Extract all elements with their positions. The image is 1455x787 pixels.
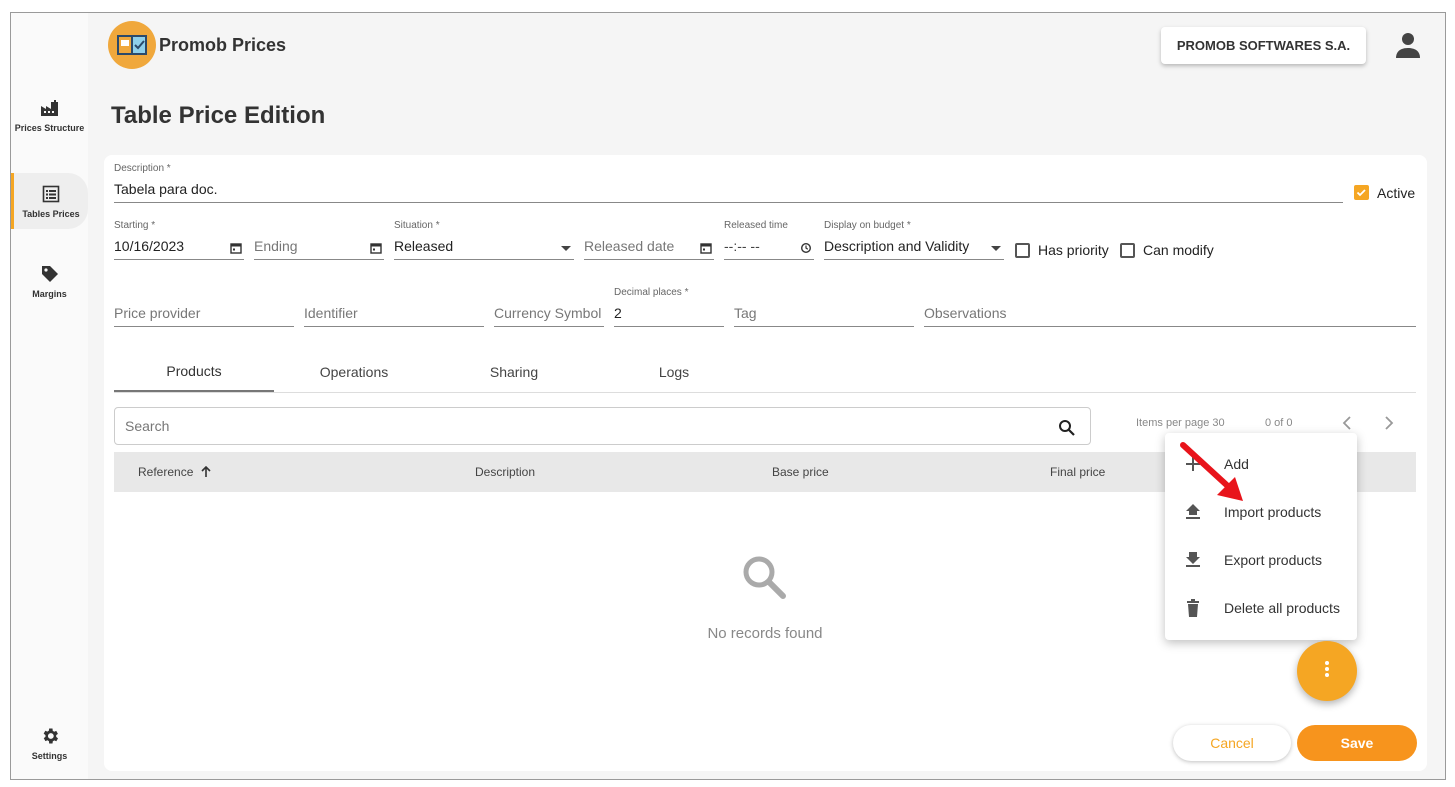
search-placeholder: Search [125, 418, 170, 434]
column-base-price[interactable]: Base price [772, 465, 829, 479]
empty-search-icon [740, 553, 790, 603]
search-icon[interactable] [1058, 419, 1076, 437]
tab-operations[interactable]: Operations [274, 352, 434, 392]
identifier-input[interactable]: Identifier [304, 301, 484, 327]
menu-item-label: Export products [1224, 552, 1323, 568]
description-label: Description * [114, 163, 171, 174]
description-field[interactable]: Description * Tabela para doc. [114, 163, 1343, 203]
starting-label: Starting * [114, 220, 156, 231]
more-vertical-icon [1324, 660, 1330, 683]
page-title: Table Price Edition [111, 102, 326, 129]
starting-input[interactable]: 10/16/2023 [114, 234, 244, 260]
starting-field[interactable]: Starting * 10/16/2023 [114, 220, 244, 260]
menu-item-export-products[interactable]: Export products [1165, 536, 1357, 584]
tab-products[interactable]: Products [114, 352, 274, 392]
sidebar-item-settings[interactable]: Settings [11, 725, 88, 769]
released-time-field[interactable]: Released time --:-- -- [724, 220, 814, 260]
items-per-page[interactable]: Items per page 30 [1136, 417, 1225, 429]
display-on-budget-value[interactable]: Description and Validity [824, 234, 1004, 260]
list-icon [40, 183, 62, 205]
chevron-down-icon [990, 241, 1002, 253]
price-provider-field[interactable]: Price provider [114, 287, 294, 327]
released-time-label: Released time [724, 220, 788, 231]
has-priority-label: Has priority [1038, 242, 1109, 258]
can-modify-checkbox[interactable] [1120, 243, 1135, 258]
tag-field[interactable]: Tag [734, 287, 914, 327]
sidebar-item-label: Prices Structure [14, 123, 85, 133]
clock-icon[interactable] [800, 241, 812, 254]
decimal-places-field[interactable]: Decimal places * 2 [614, 287, 724, 327]
released-date-input[interactable]: Released date [584, 234, 714, 260]
tag-input[interactable]: Tag [734, 301, 914, 327]
empty-state-text: No records found [707, 625, 823, 642]
sidebar-item-margins[interactable]: Margins [11, 263, 88, 309]
tag-icon [39, 263, 61, 285]
column-reference[interactable]: Reference [138, 465, 211, 479]
decimal-places-input[interactable]: 2 [614, 301, 724, 327]
sidebar-item-label: Margins [32, 289, 67, 299]
price-provider-input[interactable]: Price provider [114, 301, 294, 327]
active-label: Active [1377, 185, 1416, 201]
released-date-field[interactable]: Released date [584, 220, 714, 260]
page-range: 0 of 0 [1265, 417, 1293, 429]
calendar-icon[interactable] [230, 241, 242, 254]
cancel-button[interactable]: Cancel [1173, 725, 1291, 761]
has-priority-checkbox[interactable] [1015, 243, 1030, 258]
arrow-up-icon [201, 465, 211, 477]
chevron-right-icon[interactable] [1380, 415, 1396, 431]
download-icon [1183, 550, 1203, 570]
app-window: Prices Structure Tables Prices Margins S… [10, 12, 1446, 780]
observations-field[interactable]: Observations [924, 287, 1416, 327]
save-button[interactable]: Save [1297, 725, 1417, 761]
currency-symbol-input[interactable]: Currency Symbol [494, 301, 604, 327]
search-input[interactable]: Search [114, 407, 1091, 445]
situation-value[interactable]: Released [394, 234, 574, 260]
sidebar-item-label: Tables Prices [22, 209, 80, 219]
ending-field[interactable]: Ending [254, 220, 384, 260]
tab-sharing[interactable]: Sharing [434, 352, 594, 392]
app-title: Promob Prices [159, 35, 287, 55]
decimal-places-label: Decimal places * [614, 287, 689, 298]
sidebar-item-label: Settings [31, 751, 68, 761]
user-account-icon[interactable] [1395, 31, 1421, 59]
gear-icon [39, 725, 61, 747]
description-input[interactable]: Tabela para doc. [114, 177, 1343, 203]
chevron-down-icon [560, 241, 572, 253]
menu-item-label: Delete all products [1224, 600, 1340, 616]
situation-label: Situation * [394, 220, 440, 231]
column-final-price[interactable]: Final price [1050, 465, 1105, 479]
sidebar-item-tables-prices[interactable]: Tables Prices [11, 173, 88, 229]
observations-input[interactable]: Observations [924, 301, 1416, 327]
display-on-budget-label: Display on budget * [824, 220, 911, 231]
tab-bar: Products Operations Sharing Logs [114, 352, 1416, 393]
sidebar: Prices Structure Tables Prices Margins S… [11, 13, 88, 779]
app-logo [108, 21, 156, 69]
active-checkbox[interactable] [1354, 185, 1369, 200]
calendar-icon[interactable] [370, 241, 382, 254]
chevron-left-icon[interactable] [1340, 415, 1356, 431]
currency-symbol-field[interactable]: Currency Symbol [494, 287, 604, 327]
display-on-budget-select[interactable]: Display on budget * Description and Vali… [824, 220, 1004, 260]
annotation-arrow-icon [1180, 442, 1243, 501]
menu-item-delete-all-products[interactable]: Delete all products [1165, 584, 1357, 632]
ending-input[interactable]: Ending [254, 234, 384, 260]
factory-icon [39, 97, 61, 119]
more-actions-fab[interactable] [1297, 641, 1357, 701]
company-selector-button[interactable]: PROMOB SOFTWARES S.A. [1161, 27, 1366, 64]
identifier-field[interactable]: Identifier [304, 287, 484, 327]
tab-logs[interactable]: Logs [594, 352, 754, 392]
column-description[interactable]: Description [475, 465, 535, 479]
can-modify-label: Can modify [1143, 242, 1214, 258]
calendar-icon[interactable] [700, 241, 712, 254]
sidebar-item-prices-structure[interactable]: Prices Structure [11, 97, 88, 153]
situation-select[interactable]: Situation * Released [394, 220, 574, 260]
trash-icon [1183, 598, 1203, 618]
